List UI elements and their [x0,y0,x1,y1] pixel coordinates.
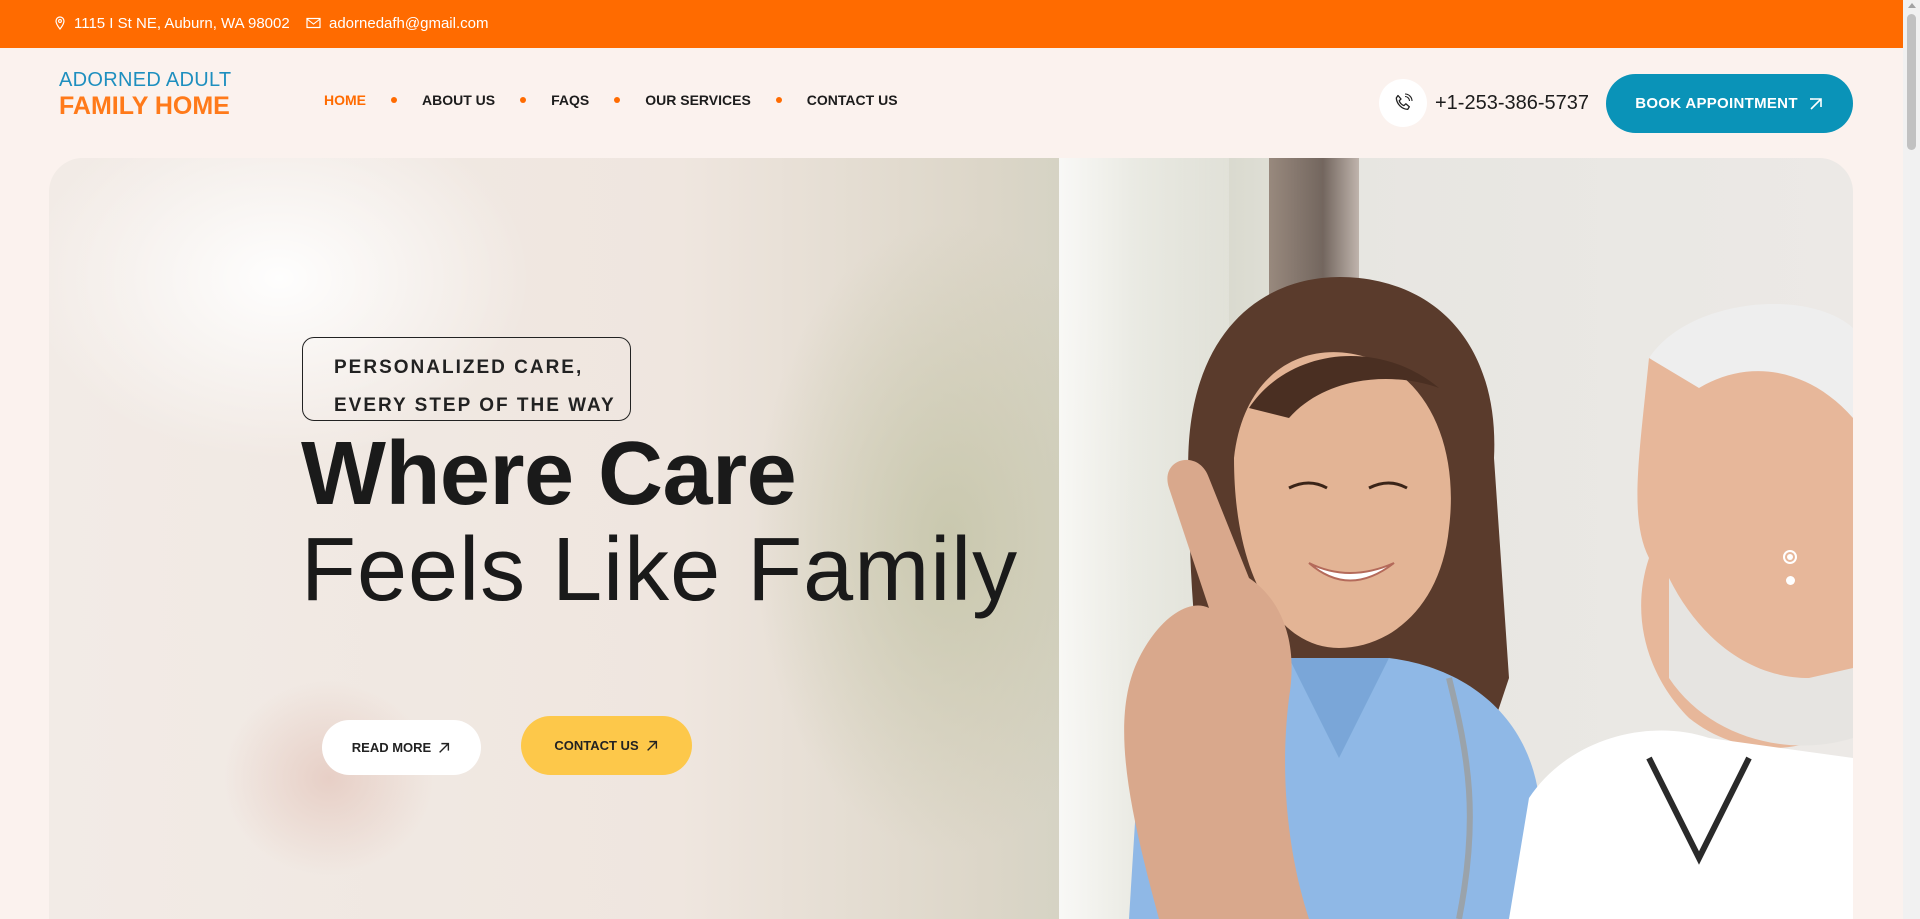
hero-tagline-line-2: EVERY STEP OF THE WAY [334,395,616,416]
hero-banner: PERSONALIZED CARE, EVERY STEP OF THE WAY… [49,158,1853,919]
nav-about-us[interactable]: ABOUT US [422,92,495,108]
page-scrollbar[interactable] [1903,0,1920,919]
nav-contact-us[interactable]: CONTACT US [807,92,898,108]
nav-separator-dot [775,97,782,103]
hero-headline-line-2: Feels Like Family [301,520,1019,620]
read-more-label: READ MORE [351,740,432,755]
hero-contact-us-label: CONTACT US [554,738,639,753]
nav-separator-dot [520,97,527,103]
nav-separator-dot [614,97,621,103]
email-text[interactable]: adornedafh@gmail.com [329,15,488,32]
book-appointment-button[interactable]: BOOK APPOINTMENT [1606,74,1853,133]
phone-number[interactable]: +1-253-386-5737 [1435,92,1589,115]
nav-separator-dot [391,97,397,103]
site-logo[interactable]: ADORNED ADULT FAMILY HOME [59,70,231,119]
scrollbar-thumb[interactable] [1907,14,1916,150]
scroll-up-arrow-icon[interactable] [1908,3,1916,8]
address-text: 1115 I St NE, Auburn, WA 98002 [74,14,290,32]
main-nav: HOME ABOUT US FAQS OUR SERVICES CONTACT … [324,92,898,108]
hero-slider-pagination [1783,550,1797,585]
read-more-button[interactable]: READ MORE [322,720,481,775]
hero-tagline-line-1: PERSONALIZED CARE, [334,357,584,378]
address-info: 1115 I St NE, Auburn, WA 98002 [54,0,290,46]
arrow-up-right-icon [439,742,450,753]
nav-home[interactable]: HOME [324,92,366,108]
nav-our-services[interactable]: OUR SERVICES [645,92,751,108]
hero-headline-line-1: Where Care [301,424,797,524]
top-info-bar: 1115 I St NE, Auburn, WA 98002 adornedaf… [0,0,1920,48]
phone-icon [1379,79,1427,127]
hero-contact-us-button[interactable]: CONTACT US [521,716,692,775]
book-appointment-label: BOOK APPOINTMENT [1635,95,1798,112]
hero-tagline-box: PERSONALIZED CARE, EVERY STEP OF THE WAY [302,337,631,421]
arrow-up-right-icon [646,740,657,751]
location-pin-icon [55,16,65,30]
header-phone[interactable]: +1-253-386-5737 [1379,79,1589,127]
logo-line-1: ADORNED ADULT [59,69,232,91]
envelope-icon [306,17,321,29]
hero-headline: Where Care Feels Like Family [301,426,1018,618]
slider-dot[interactable] [1785,576,1795,585]
logo-line-2: FAMILY HOME [59,92,230,120]
nav-faqs[interactable]: FAQS [551,92,589,108]
arrow-up-right-icon [1809,97,1822,110]
slider-dot-active[interactable] [1783,550,1797,564]
email-info[interactable]: adornedafh@gmail.com [306,0,488,46]
